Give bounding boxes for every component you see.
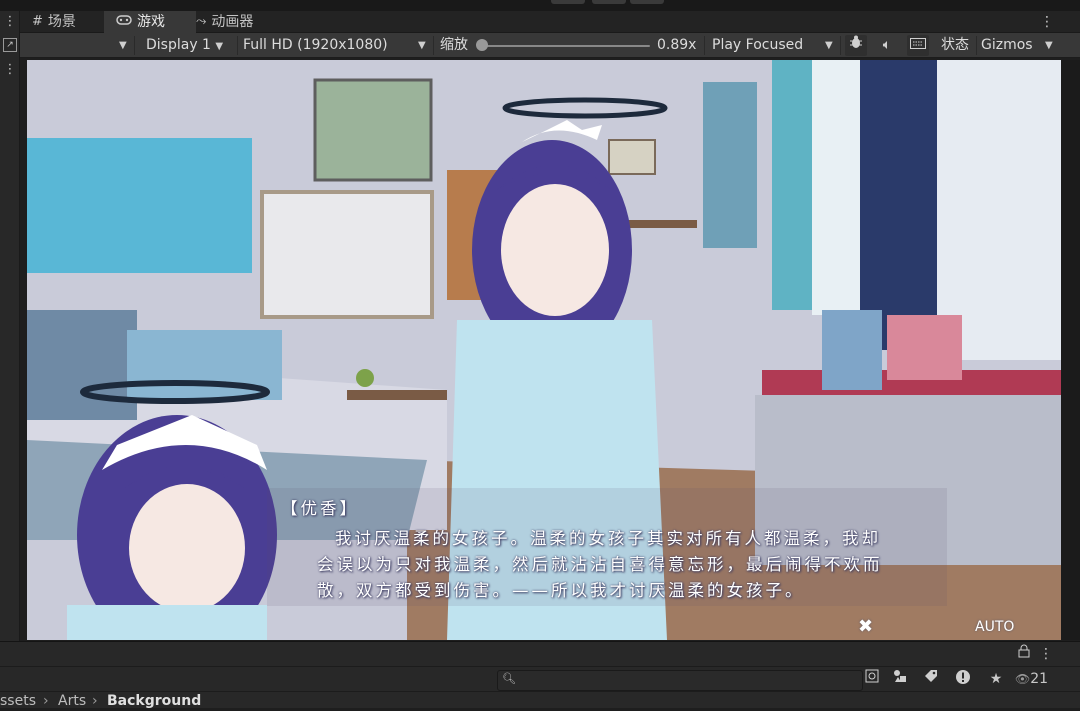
scale-slider-track[interactable] (482, 45, 650, 47)
chevron-down-icon[interactable]: ▼ (119, 33, 127, 58)
eye-icon: 👁︎ (1015, 672, 1031, 686)
tab-animator-label: 动画器 (211, 14, 254, 30)
lock-icon[interactable] (1013, 644, 1035, 664)
breadcrumb-item-assets[interactable]: ssets (0, 692, 36, 711)
play-mode-dropdown[interactable]: Play Focused (712, 33, 803, 58)
gamepad-icon (116, 11, 132, 33)
keyboard-icon[interactable] (907, 35, 929, 56)
warning-icon[interactable] (952, 669, 974, 689)
grid-icon: # (32, 14, 43, 29)
resolution-label: Full HD (1920x1080) (243, 37, 388, 53)
step-button-stub[interactable] (630, 0, 664, 4)
display-dropdown[interactable]: Display 1 ▼ (146, 33, 223, 58)
top-strip (0, 0, 1080, 11)
bug-icon[interactable] (845, 35, 867, 56)
breadcrumb: ssets › Arts › Background (0, 691, 1080, 711)
maximize-icon[interactable]: ↗ (3, 38, 17, 52)
search-icon: 🔍︎ (502, 672, 516, 685)
scale-slider-handle[interactable] (476, 39, 488, 51)
separator (704, 36, 705, 55)
project-panel-header: ⋮ (0, 641, 1080, 666)
display-label: Display 1 (146, 37, 211, 53)
breadcrumb-item-background[interactable]: Background (107, 692, 201, 711)
dialogue-speaker: 【优香】 (281, 499, 359, 518)
speaker-icon[interactable]: 🔈︎ (876, 35, 898, 56)
chevron-right-icon: › (92, 693, 98, 709)
tab-game[interactable]: 游戏 (104, 11, 196, 33)
label-filter-icon[interactable] (920, 669, 942, 689)
left-side-panel: ⋮ ↗ ⋮ (0, 11, 20, 641)
project-toolbar: 🔍︎ ★ 👁︎21 (0, 666, 1080, 691)
game-view-toolbar: ▼ Display 1 ▼ Full HD (1920x1080) ▼ 缩放 0… (20, 33, 1080, 58)
kebab-menu-icon[interactable]: ⋮ (2, 14, 18, 30)
gizmos-button[interactable]: Gizmos (981, 33, 1033, 58)
type-filter-icon[interactable] (889, 669, 911, 689)
breadcrumb-item-arts[interactable]: Arts (58, 692, 86, 711)
pause-button-stub[interactable] (592, 0, 626, 4)
chevron-down-icon[interactable]: ▼ (825, 33, 833, 58)
star-icon[interactable]: ★ (985, 669, 1007, 689)
dialogue-line-3: 散，双方都受到伤害。——所以我才讨厌温柔的女孩子。 (317, 581, 805, 600)
hidden-count: 21 (1030, 671, 1049, 687)
dialogue-line-1: 我讨厌温柔的女孩子。温柔的女孩子其实对所有人都温柔，我却 (335, 529, 881, 548)
stats-button[interactable]: 状态 (941, 33, 969, 58)
project-search-input[interactable] (516, 671, 846, 688)
search-filter-icon[interactable] (861, 669, 883, 689)
close-icon[interactable]: ✖ (858, 616, 873, 637)
game-view-right-margin (1061, 60, 1080, 640)
tab-scene-label: 场景 (47, 14, 76, 30)
chevron-down-icon[interactable]: ▼ (1045, 33, 1053, 58)
auto-button[interactable]: AUTO (975, 619, 1014, 635)
chevron-down-icon: ▼ (215, 41, 224, 52)
visibility-count[interactable]: 👁︎21 (1015, 669, 1057, 689)
resolution-dropdown[interactable]: Full HD (1920x1080) (243, 33, 388, 58)
dialogue-line-2: 会误以为只对我温柔，然后就沾沾自喜得意忘形，最后闹得不欢而 (317, 555, 883, 574)
tab-animator[interactable]: ⤳ 动画器 (184, 11, 296, 33)
scale-value: 0.89x (657, 37, 697, 53)
separator (433, 36, 434, 55)
chevron-right-icon: › (43, 693, 49, 709)
tab-kebab-icon[interactable]: ⋮ (1040, 11, 1054, 33)
kebab-menu-icon-2[interactable]: ⋮ (2, 62, 18, 78)
chevron-down-icon[interactable]: ▼ (418, 33, 426, 58)
play-button-stub[interactable] (551, 0, 585, 4)
project-search-box[interactable]: 🔍︎ (497, 670, 863, 691)
tab-scene[interactable]: # 场景 (20, 11, 116, 33)
separator (134, 36, 135, 55)
scale-label: 缩放 (440, 37, 468, 53)
play-mode-label: Play Focused (712, 37, 804, 53)
animator-icon: ⤳ (196, 14, 207, 29)
separator (840, 36, 841, 55)
panel-kebab-icon[interactable]: ⋮ (1035, 644, 1057, 664)
game-view-viewport[interactable]: 【优香】 我讨厌温柔的女孩子。温柔的女孩子其实对所有人都温柔，我却 会误以为只对… (27, 60, 1061, 640)
editor-tab-bar: # 场景 游戏 ⤳ 动画器 ⋮ (20, 11, 1080, 33)
separator (976, 36, 977, 55)
separator (237, 36, 238, 55)
tab-game-label: 游戏 (137, 14, 165, 30)
